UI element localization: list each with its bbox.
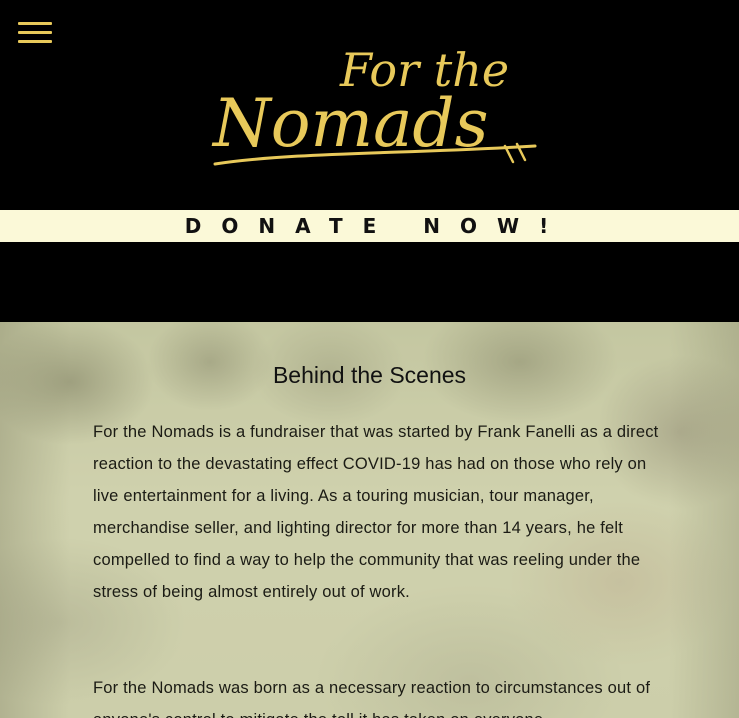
site-logo[interactable]: For the Nomads <box>205 34 545 174</box>
site-header: For the Nomads <box>0 0 739 210</box>
section-title: Behind the Scenes <box>272 362 467 388</box>
menu-line <box>18 22 52 25</box>
behind-the-scenes-section: Behind the Scenes For the Nomads is a fu… <box>0 322 739 718</box>
donate-now-button[interactable]: DONATE NOW! <box>0 210 739 242</box>
menu-line <box>18 31 52 34</box>
donate-label: DONATE NOW! <box>184 214 569 238</box>
section-paragraph: For the Nomads was born as a necessary r… <box>93 679 651 718</box>
menu-line <box>18 40 52 43</box>
hamburger-menu-icon[interactable] <box>18 22 54 46</box>
section-paragraph: For the Nomads is a fundraiser that was … <box>93 423 659 601</box>
header-spacer <box>0 242 739 322</box>
